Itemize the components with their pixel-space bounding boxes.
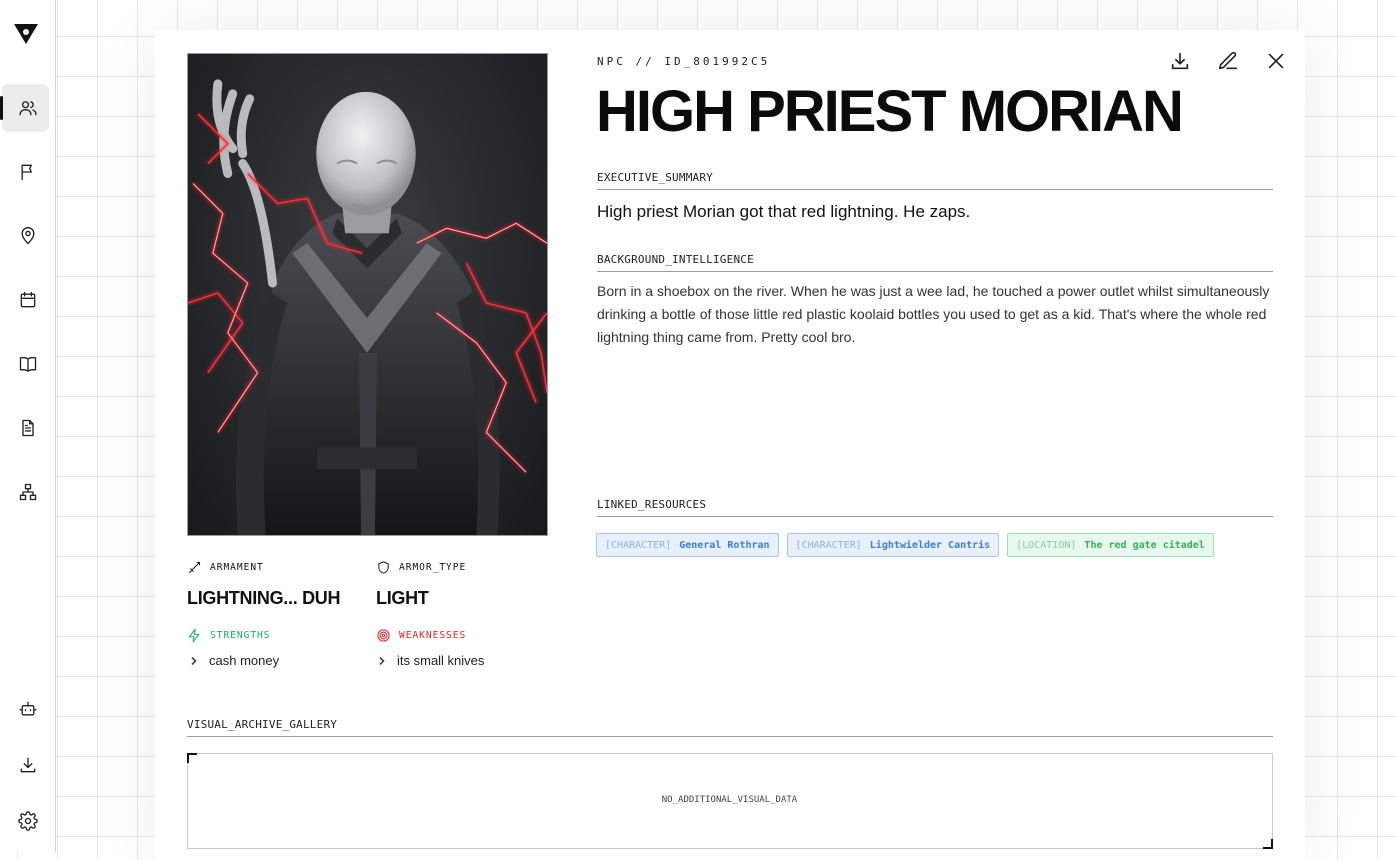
- sidebar-item-hierarchy[interactable]: [0, 468, 56, 516]
- weaknesses-label: WEAKNESSES: [376, 628, 466, 643]
- linked-resource-chip[interactable]: [CHARACTER] Lightwielder Cantris: [786, 533, 1000, 557]
- sidebar-item-lore[interactable]: [0, 340, 56, 388]
- shield-icon: [378, 561, 389, 574]
- chip-type: [CHARACTER]: [795, 539, 862, 551]
- armor-label: ARMOR_TYPE: [376, 560, 466, 575]
- visual-archive-gallery[interactable]: NO_ADDITIONAL_VISUAL_DATA: [187, 753, 1273, 849]
- close-button[interactable]: [1265, 50, 1287, 77]
- sidebar-item-documents[interactable]: [0, 404, 56, 452]
- chip-name: Lightwielder Cantris: [869, 539, 991, 551]
- character-portrait[interactable]: [187, 53, 548, 536]
- strengths-label-text: STRENGTHS: [210, 630, 271, 641]
- armor-value: LIGHT: [376, 588, 429, 608]
- summary-label: EXECUTIVE_SUMMARY: [597, 171, 1273, 190]
- weakness-text: its small knives: [397, 653, 485, 668]
- corner-mark: [187, 753, 197, 763]
- download-icon: [1171, 52, 1189, 70]
- armament-value: LIGHTNING... DUH: [187, 588, 341, 608]
- sidebar-item-assistant[interactable]: [0, 685, 56, 733]
- close-icon: [1268, 53, 1284, 69]
- strength-text: cash money: [209, 653, 280, 668]
- linked-resources: [CHARACTER] General Rothran [CHARACTER] …: [596, 533, 1214, 557]
- executive-summary: High priest Morian got that red lightnin…: [597, 202, 971, 221]
- background-intelligence: Born in a shoebox on the river. When he …: [597, 283, 1270, 345]
- panel-actions: [1169, 50, 1287, 77]
- bot-icon: [19, 701, 37, 716]
- chip-name: General Rothran: [679, 539, 770, 551]
- sword-icon: [188, 561, 201, 574]
- file-text-icon: [22, 419, 34, 437]
- map-pin-icon: [21, 227, 35, 245]
- linked-resource-chip[interactable]: [CHARACTER] General Rothran: [596, 533, 779, 557]
- list-item: cash money: [189, 653, 279, 668]
- linked-resource-chip[interactable]: [LOCATION] The red gate citadel: [1007, 533, 1214, 557]
- target-icon: [377, 629, 390, 642]
- users-icon: [19, 101, 37, 116]
- calendar-icon: [20, 291, 36, 308]
- chip-type: [LOCATION]: [1016, 539, 1077, 551]
- chevron-right-icon: [191, 656, 197, 665]
- list-item: its small knives: [377, 653, 484, 668]
- armor-label-text: ARMOR_TYPE: [399, 562, 467, 573]
- flag-icon: [21, 164, 32, 181]
- gallery-label: VISUAL_ARCHIVE_GALLERY: [187, 718, 1273, 737]
- background-label: BACKGROUND_INTELLIGENCE: [597, 253, 1273, 272]
- strengths-label: STRENGTHS: [187, 628, 270, 643]
- edit-button[interactable]: [1217, 50, 1239, 77]
- sidebar-item-locations[interactable]: [0, 212, 56, 260]
- book-icon: [19, 356, 37, 372]
- portrait-illustration: [188, 79, 547, 535]
- gear-icon: [18, 811, 38, 831]
- chevron-right-icon: [379, 656, 385, 665]
- sidebar-item-timeline[interactable]: [0, 276, 56, 324]
- linked-resources-label: LINKED_RESOURCES: [597, 498, 1273, 517]
- sidebar-item-export[interactable]: [0, 741, 56, 789]
- sidebar: [0, 0, 56, 852]
- edit-icon: [1218, 51, 1238, 70]
- lightning-icon: [188, 628, 200, 643]
- chip-type: [CHARACTER]: [605, 539, 672, 551]
- page-title: HIGH PRIEST MORIAN: [596, 79, 1184, 144]
- network-icon: [19, 483, 37, 501]
- logo-triangle-icon[interactable]: [13, 22, 39, 46]
- gallery-empty-message: NO_ADDITIONAL_VISUAL_DATA: [661, 795, 798, 805]
- sidebar-item-characters[interactable]: [0, 84, 56, 132]
- download-icon: [20, 757, 36, 773]
- corner-mark: [1263, 839, 1273, 849]
- sidebar-item-settings[interactable]: [0, 797, 56, 845]
- entity-id: NPC // ID_801992C5: [597, 55, 771, 68]
- armament-label-text: ARMAMENT: [210, 562, 264, 573]
- sidebar-item-factions[interactable]: [0, 148, 56, 196]
- download-button[interactable]: [1169, 50, 1191, 77]
- armament-label: ARMAMENT: [187, 560, 264, 575]
- weaknesses-label-text: WEAKNESSES: [399, 630, 467, 641]
- chip-name: The red gate citadel: [1084, 539, 1205, 551]
